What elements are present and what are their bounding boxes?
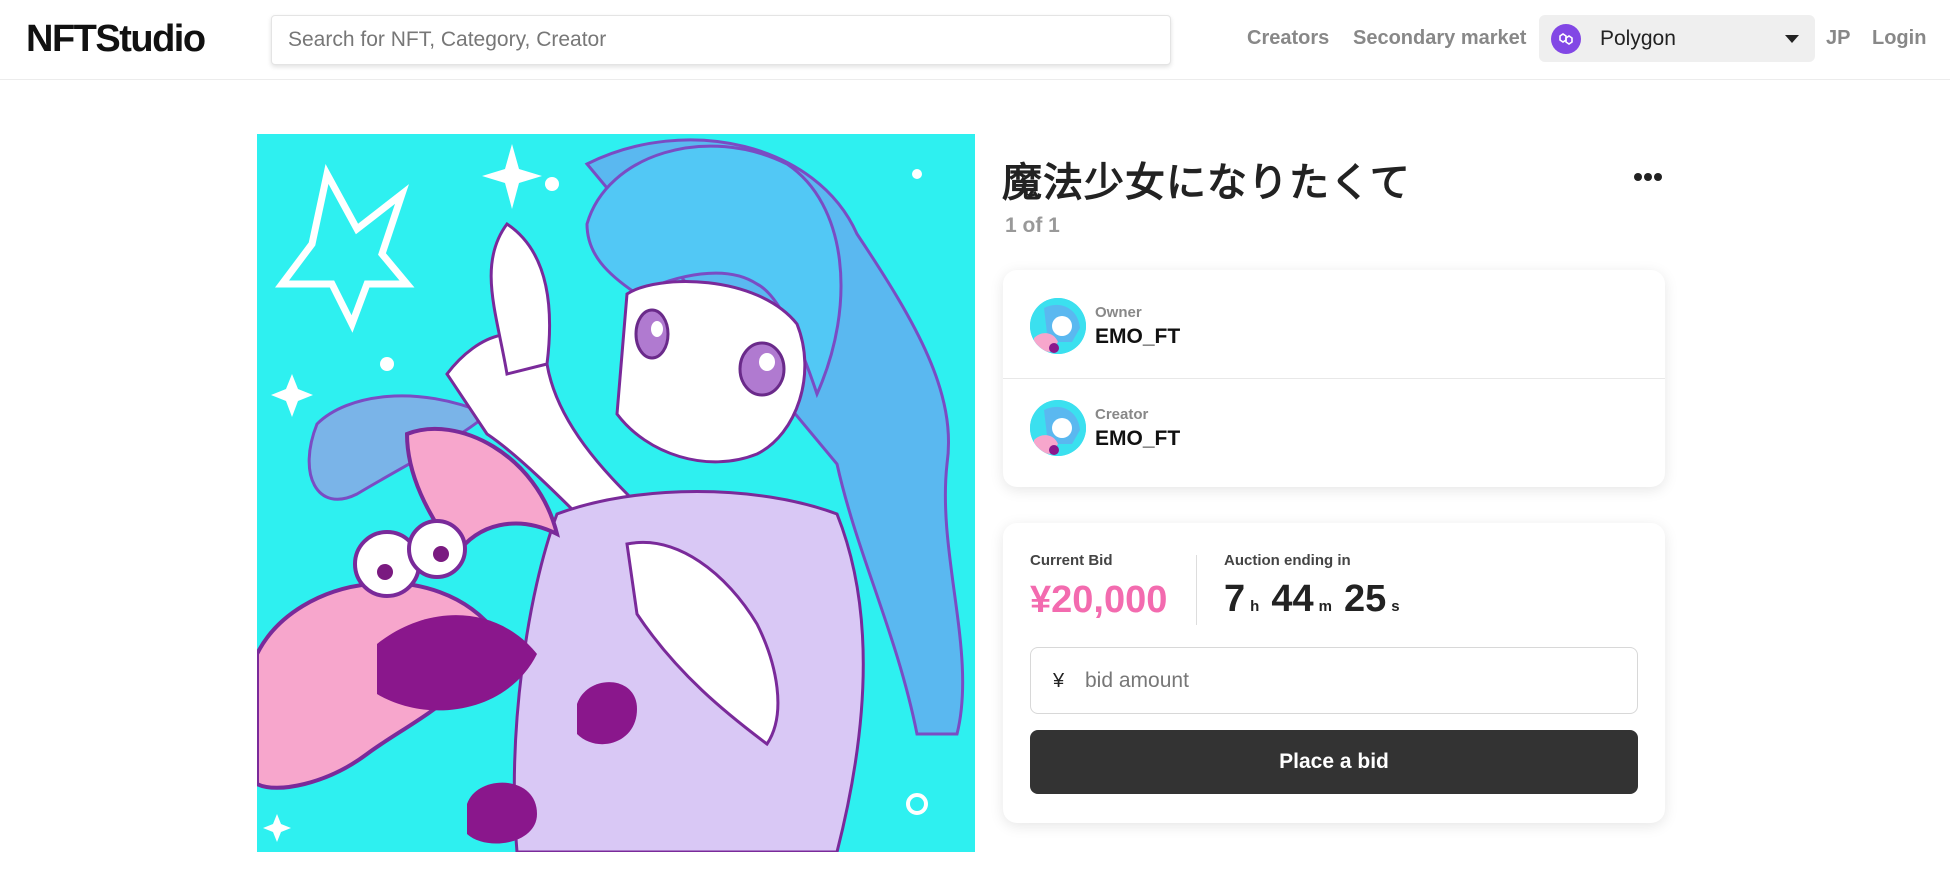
auction-card: Current Bid ¥20,000 Auction ending in 7h… <box>1003 523 1665 823</box>
timer-hours: 7 <box>1224 578 1246 620</box>
polygon-logo-icon <box>1551 24 1581 54</box>
current-bid-label: Current Bid <box>1030 552 1113 569</box>
timer-seconds: 25 <box>1343 578 1387 620</box>
bid-divider <box>1196 555 1197 625</box>
creator-role-label: Creator <box>1095 406 1149 423</box>
bid-amount-field[interactable]: ¥ <box>1030 647 1638 714</box>
timer-seconds-unit: s <box>1391 598 1400 615</box>
nav-secondary-market-link[interactable]: Secondary market <box>1353 27 1526 50</box>
timer-hours-unit: h <box>1250 598 1260 615</box>
timer-minutes: 44 <box>1271 578 1314 620</box>
search-input[interactable] <box>272 16 1170 64</box>
network-label: Polygon <box>1600 27 1676 50</box>
nft-artwork-image[interactable] <box>257 134 975 852</box>
login-link[interactable]: Login <box>1872 27 1926 50</box>
chevron-down-icon <box>1785 35 1799 43</box>
auction-countdown: 7 h 44 m 25 s <box>1224 578 1412 621</box>
bid-amount-input[interactable] <box>1085 648 1625 713</box>
nft-title: 魔法少女になりたくて <box>1002 160 1411 206</box>
site-logo[interactable]: NFTStudio <box>26 18 206 61</box>
owner-avatar <box>1030 298 1086 354</box>
creator-name[interactable]: EMO_FT <box>1095 427 1180 451</box>
timer-minutes-unit: m <box>1318 598 1332 615</box>
edition-count: 1 of 1 <box>1005 214 1060 237</box>
owner-row[interactable]: Owner EMO_FT <box>1003 277 1665 377</box>
language-toggle[interactable]: JP <box>1826 27 1850 50</box>
current-bid-value: ¥20,000 <box>1030 579 1168 621</box>
top-header: NFTStudio Creators Secondary market Poly… <box>0 0 1950 80</box>
creator-row[interactable]: Creator EMO_FT <box>1003 378 1665 478</box>
more-dots-icon[interactable] <box>1634 168 1668 192</box>
owner-role-label: Owner <box>1095 304 1142 321</box>
creator-avatar <box>1030 400 1086 456</box>
nav-creators-link[interactable]: Creators <box>1247 27 1329 50</box>
network-selector[interactable]: Polygon <box>1539 15 1815 62</box>
place-bid-button[interactable]: Place a bid <box>1030 730 1638 794</box>
owner-name[interactable]: EMO_FT <box>1095 325 1180 349</box>
ownership-card: Owner EMO_FT Creator EMO_FT <box>1003 270 1665 487</box>
auction-ending-label: Auction ending in <box>1224 552 1351 569</box>
currency-symbol: ¥ <box>1053 670 1065 692</box>
search-bar[interactable] <box>271 15 1171 65</box>
